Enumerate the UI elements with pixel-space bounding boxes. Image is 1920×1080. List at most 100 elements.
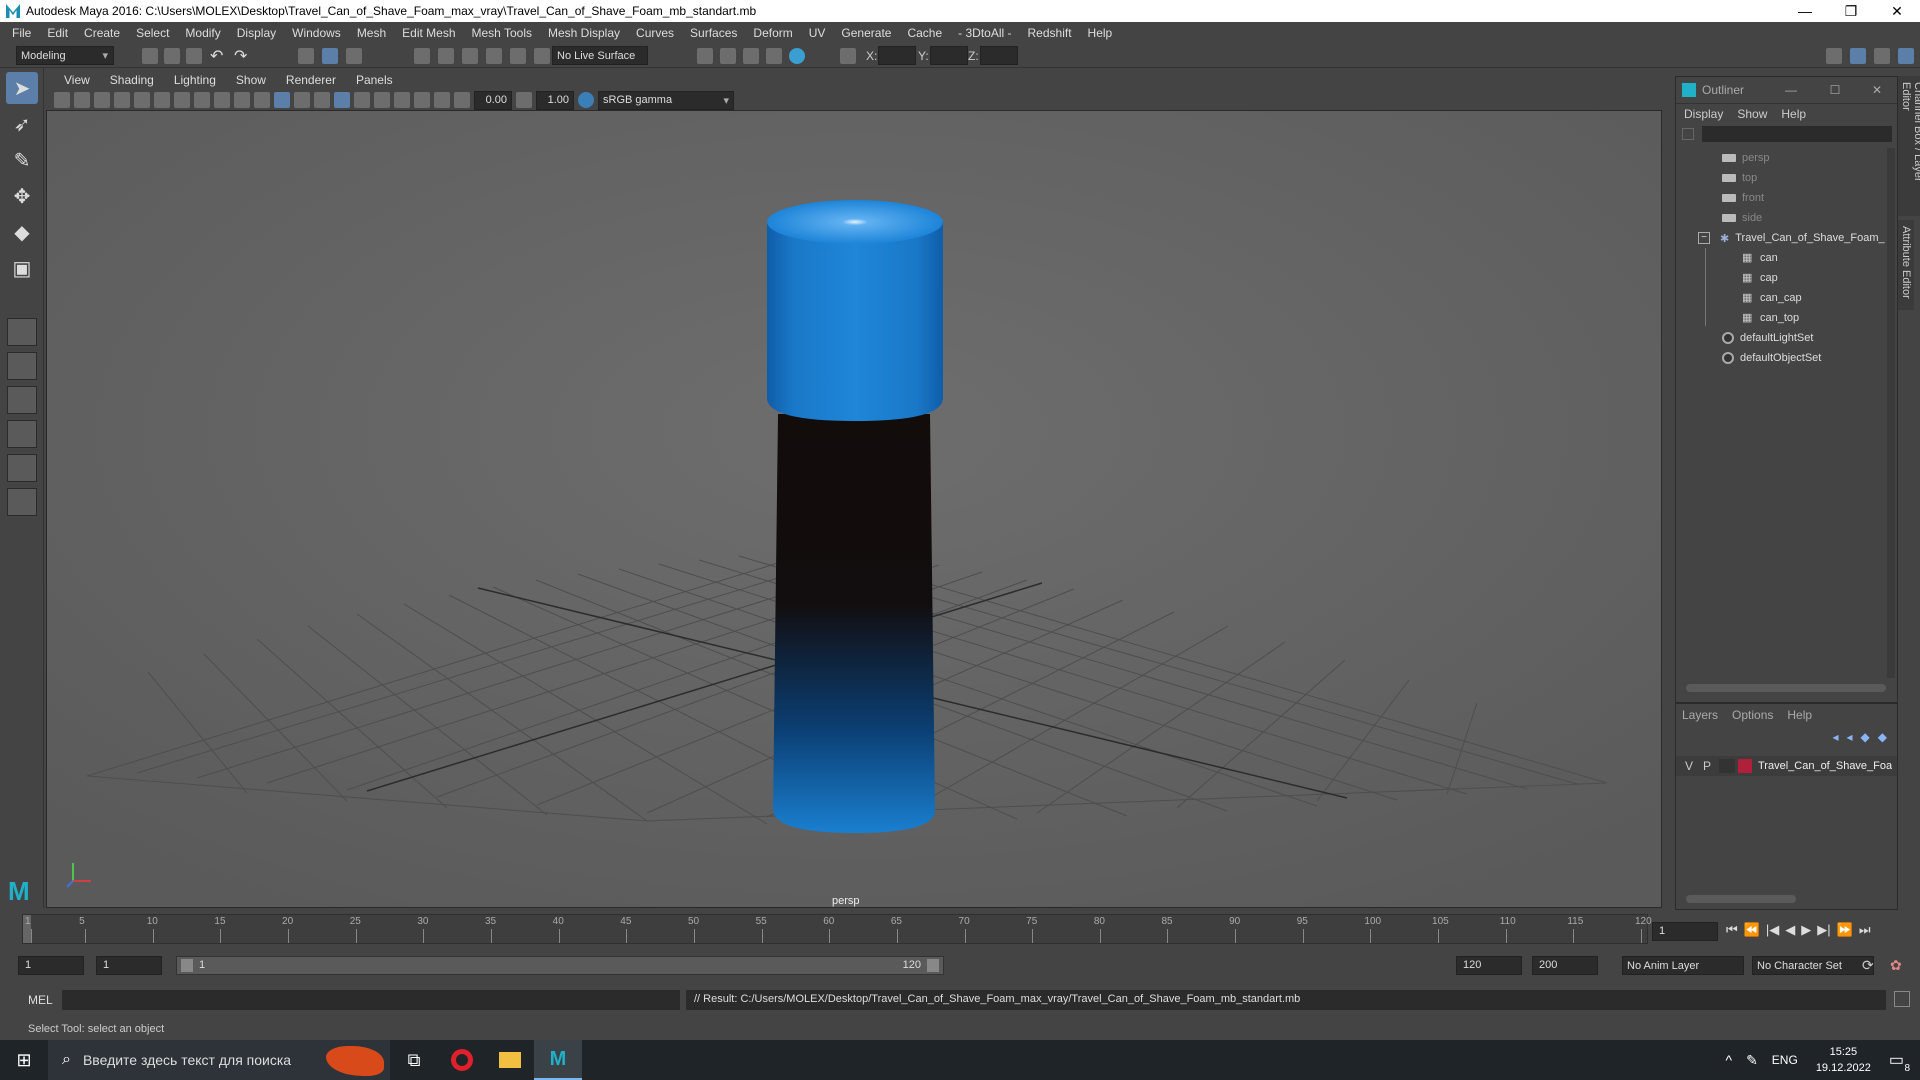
play-backward-icon[interactable]: ◀ [1785, 922, 1795, 938]
tree-item-top[interactable]: top [1676, 168, 1897, 188]
current-frame-field[interactable]: 1 [1652, 922, 1718, 941]
menu-deform[interactable]: Deform [745, 26, 800, 40]
preferences-icon[interactable]: ✿ [1890, 957, 1902, 974]
paint-select-tool-icon[interactable]: ✎ [6, 144, 38, 176]
film-gate-icon[interactable] [134, 92, 150, 108]
minimize-icon[interactable]: — [1769, 83, 1813, 97]
maximize-button[interactable]: ❐ [1828, 0, 1874, 22]
time-slider[interactable]: 1 5 10 15 20 25 30 35 40 45 50 55 60 65 70 75 80 85 90 95 10… [22, 914, 1652, 944]
tree-item-front[interactable]: front [1676, 188, 1897, 208]
render-current-icon[interactable] [743, 48, 759, 64]
anim-start-field[interactable]: 1 [18, 956, 84, 975]
ipr-render-icon[interactable] [766, 48, 782, 64]
colorspace-dropdown[interactable]: sRGB gamma ▾ [598, 90, 734, 110]
tree-item-default-light-set[interactable]: defaultLightSet [1676, 328, 1897, 348]
ambient-occlusion-icon[interactable] [374, 92, 390, 108]
layer-visibility-toggle[interactable]: V [1680, 759, 1698, 773]
gamma-icon[interactable] [516, 92, 532, 108]
layout-outliner-icon[interactable] [7, 420, 37, 448]
menu-mesh[interactable]: Mesh [349, 26, 394, 40]
lights-icon[interactable] [314, 92, 330, 108]
menu-file[interactable]: File [4, 26, 39, 40]
wireframe-icon[interactable] [254, 92, 270, 108]
select-hierarchy-icon[interactable] [298, 48, 314, 64]
menu-mesh-display[interactable]: Mesh Display [540, 26, 628, 40]
outliner-vscroll[interactable] [1887, 148, 1895, 678]
pen-icon[interactable]: ✎ [1746, 1052, 1758, 1069]
xray-icon[interactable] [334, 92, 350, 108]
menu-edit-mesh[interactable]: Edit Mesh [394, 26, 463, 40]
menu-curves[interactable]: Curves [628, 26, 682, 40]
safe-action-icon[interactable] [234, 92, 250, 108]
tab-attribute-editor[interactable]: Attribute Editor [1898, 220, 1914, 310]
select-component-icon[interactable] [346, 48, 362, 64]
step-forward-key-icon[interactable]: ⏩ [1837, 922, 1853, 938]
smooth-shade-icon[interactable] [274, 92, 290, 108]
exposure-field[interactable]: 0.00 [474, 90, 512, 110]
layer-playback-toggle[interactable]: P [1698, 759, 1716, 773]
windows-start-icon[interactable]: ⊞ [0, 1040, 48, 1080]
collapse-icon[interactable]: − [1698, 232, 1710, 244]
tree-item-group[interactable]: − ✱ Travel_Can_of_Shave_Foam_ [1676, 228, 1897, 248]
filter-icon[interactable] [1682, 128, 1694, 140]
close-button[interactable]: ✕ [1874, 0, 1920, 22]
menu-redshift[interactable]: Redshift [1020, 26, 1080, 40]
step-forward-frame-icon[interactable]: ▶| [1817, 922, 1830, 938]
layer-color-swatch[interactable] [1738, 759, 1752, 773]
open-scene-icon[interactable] [164, 48, 180, 64]
layout-four-icon[interactable] [7, 352, 37, 380]
rotate-tool-icon[interactable]: ◆ [6, 216, 38, 248]
tree-item-default-object-set[interactable]: defaultObjectSet [1676, 348, 1897, 368]
render-settings-icon[interactable] [697, 48, 713, 64]
play-forward-icon[interactable]: ▶ [1801, 922, 1811, 938]
shadows-icon[interactable] [354, 92, 370, 108]
menu-uv[interactable]: UV [801, 26, 834, 40]
snap-point-icon[interactable] [462, 48, 478, 64]
show-hidden-icons-icon[interactable]: ^ [1725, 1052, 1732, 1068]
textured-icon[interactable] [294, 92, 310, 108]
maya-taskbar-icon[interactable]: M [534, 1040, 582, 1080]
antialias-icon[interactable] [414, 92, 430, 108]
menu-select[interactable]: Select [128, 26, 177, 40]
layout-hypershade-icon[interactable] [7, 488, 37, 516]
mode-selector[interactable]: Modeling ▾ [16, 46, 114, 65]
gamma-field[interactable]: 1.00 [536, 90, 574, 110]
lasso-tool-icon[interactable]: ➶ [6, 108, 38, 140]
auto-key-icon[interactable]: ⟳ [1862, 957, 1874, 974]
transform-mode-icon[interactable] [840, 48, 856, 64]
command-input[interactable] [62, 990, 680, 1010]
field-chart-icon[interactable] [214, 92, 230, 108]
step-back-key-icon[interactable]: ⏪ [1744, 922, 1760, 938]
move-layer-down-icon[interactable]: ◂ [1847, 730, 1853, 744]
script-language-label[interactable]: MEL [28, 993, 53, 1007]
layout-two-icon[interactable] [7, 386, 37, 414]
viewport-menu-show[interactable]: Show [226, 73, 276, 87]
task-view-icon[interactable]: ⧉ [390, 1040, 438, 1080]
move-layer-up-icon[interactable]: ◂ [1832, 730, 1838, 744]
tool-settings-icon[interactable] [1874, 48, 1890, 64]
layer-menu-options[interactable]: Options [1732, 708, 1773, 722]
exposure-icon[interactable] [454, 92, 470, 108]
outliner-menu-show[interactable]: Show [1737, 107, 1767, 121]
color-management-icon[interactable] [578, 92, 594, 108]
menu-3dtoall[interactable]: - 3DtoAll - [950, 26, 1019, 40]
snap-grid-icon[interactable] [414, 48, 430, 64]
playback-end-field[interactable]: 120 [1456, 956, 1522, 975]
taskbar-search-box[interactable]: ⌕ Введите здесь текст для поиска [48, 1040, 390, 1080]
file-explorer-icon[interactable] [486, 1040, 534, 1080]
tab-channel-box[interactable]: Channel Box / Layer Editor [1898, 76, 1920, 216]
anim-end-field[interactable]: 200 [1532, 956, 1598, 975]
snap-view-icon[interactable] [486, 48, 502, 64]
camera-select-icon[interactable] [54, 92, 70, 108]
motion-blur-icon[interactable] [394, 92, 410, 108]
grid-toggle-icon[interactable] [154, 92, 170, 108]
viewport-menu-lighting[interactable]: Lighting [164, 73, 226, 87]
step-back-frame-icon[interactable]: |◀ [1766, 922, 1779, 938]
go-to-start-icon[interactable]: ⏮ [1726, 922, 1738, 938]
menu-help[interactable]: Help [1080, 26, 1121, 40]
camera-attrs-icon[interactable] [74, 92, 90, 108]
move-tool-icon[interactable]: ✥ [6, 180, 38, 212]
undo-icon[interactable]: ↶ [210, 46, 223, 66]
menu-mesh-tools[interactable]: Mesh Tools [464, 26, 540, 40]
channel-box-icon[interactable] [1898, 48, 1914, 64]
